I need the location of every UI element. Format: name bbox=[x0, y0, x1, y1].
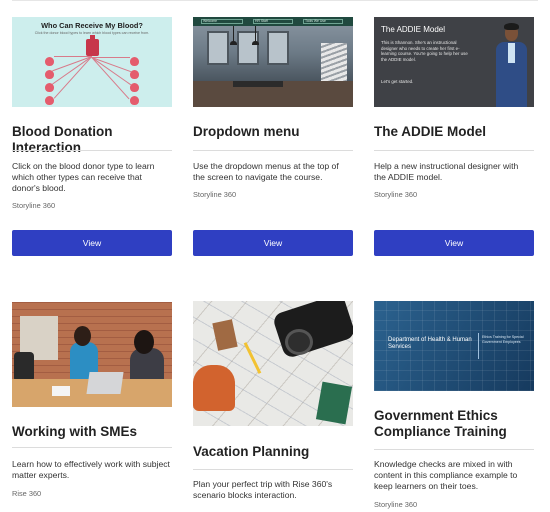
card-divider bbox=[374, 150, 534, 151]
character-hair bbox=[504, 23, 519, 30]
camera-lens-icon bbox=[285, 329, 313, 355]
view-button[interactable]: View bbox=[12, 230, 172, 256]
card-divider bbox=[193, 150, 353, 151]
card-product-label: Storyline 360 bbox=[12, 201, 56, 210]
card-description: Click on the blood donor type to learn w… bbox=[12, 161, 155, 193]
thumbnail-heading: The ADDIE Model bbox=[381, 25, 446, 34]
window-shape bbox=[207, 31, 229, 65]
thumbnail-separator bbox=[478, 333, 479, 359]
heart-icon bbox=[45, 70, 54, 79]
card-divider bbox=[193, 469, 353, 470]
card-product-label: Storyline 360 bbox=[374, 500, 418, 509]
thumbnail-cta: Let's get started. bbox=[381, 79, 414, 84]
course-card-blood-donation[interactable]: Who Can Receive My Blood? Click the dono… bbox=[12, 17, 172, 256]
course-card-vacation-planning[interactable]: Vacation Planning Plan your perfect trip… bbox=[193, 301, 353, 500]
blood-donation-thumbnail[interactable]: Who Can Receive My Blood? Click the dono… bbox=[12, 17, 172, 107]
thumbnail-department: Department of Health & Human Services bbox=[388, 337, 472, 351]
backpack-icon bbox=[193, 365, 235, 411]
card-product-label: Storyline 360 bbox=[374, 190, 418, 199]
addie-model-thumbnail[interactable]: The ADDIE Model This is Shannon. She's a… bbox=[374, 17, 534, 107]
view-button[interactable]: View bbox=[193, 230, 353, 256]
thumbnail-body: This is Shannon. She's an instructional … bbox=[381, 40, 468, 62]
card-title[interactable]: The ADDIE Model bbox=[374, 124, 544, 140]
card-title[interactable]: Dropdown menu bbox=[193, 124, 363, 140]
vacation-planning-thumbnail[interactable] bbox=[193, 301, 353, 426]
thumbnail-dropdown: Tools We Use bbox=[303, 19, 343, 24]
course-card-government-ethics[interactable]: Department of Health & Human Services Et… bbox=[374, 301, 534, 509]
paper-shape bbox=[52, 386, 70, 396]
working-with-smes-thumbnail[interactable] bbox=[12, 302, 172, 407]
person-head bbox=[74, 326, 91, 346]
card-divider bbox=[12, 150, 172, 151]
lamp-icon bbox=[230, 26, 237, 45]
person-head bbox=[134, 330, 154, 354]
card-title[interactable]: Vacation Planning bbox=[193, 444, 363, 460]
card-description: Plan your perfect trip with Rise 360's s… bbox=[193, 479, 333, 500]
card-divider bbox=[374, 449, 534, 450]
view-button[interactable]: View bbox=[374, 230, 534, 256]
card-description: Help a new instructional designer with t… bbox=[374, 161, 519, 182]
blood-bag-icon bbox=[86, 35, 99, 56]
connector-line bbox=[92, 57, 130, 58]
card-product-label: Storyline 360 bbox=[193, 190, 237, 199]
heart-icon bbox=[130, 96, 139, 105]
thumbnail-heading: Who Can Receive My Blood? bbox=[41, 21, 143, 30]
character-shirt bbox=[508, 43, 515, 63]
card-title[interactable]: Blood Donation Interaction bbox=[12, 124, 182, 156]
card-product-label: Rise 360 bbox=[12, 489, 42, 498]
chair-shape bbox=[14, 352, 34, 382]
card-title[interactable]: Government Ethics Compliance Training bbox=[374, 408, 544, 440]
course-card-dropdown-menu[interactable]: Welcome HR Staff Tools We Use Dropdown m… bbox=[193, 17, 353, 256]
window-shape bbox=[267, 31, 289, 65]
government-ethics-thumbnail[interactable]: Department of Health & Human Services Et… bbox=[374, 301, 534, 391]
thumbnail-training-label: Ethics Training for Special Government E… bbox=[482, 335, 524, 344]
table-shape bbox=[233, 81, 283, 87]
card-title[interactable]: Working with SMEs bbox=[12, 424, 182, 440]
card-description: Use the dropdown menus at the top of the… bbox=[193, 161, 339, 182]
heart-icon bbox=[130, 57, 139, 66]
thumbnail-dropdown: HR Staff bbox=[253, 19, 293, 24]
lamp-icon bbox=[252, 26, 259, 45]
card-description: Knowledge checks are mixed in with conte… bbox=[374, 459, 518, 491]
card-description: Learn how to effectively work with subje… bbox=[12, 459, 170, 480]
laptop-icon bbox=[86, 372, 124, 394]
heart-icon bbox=[45, 57, 54, 66]
top-divider bbox=[12, 0, 538, 1]
course-card-addie-model[interactable]: The ADDIE Model This is Shannon. She's a… bbox=[374, 17, 534, 256]
thumbnail-dropdown: Welcome bbox=[201, 19, 243, 24]
course-card-working-with-smes[interactable]: Working with SMEs Learn how to effective… bbox=[12, 302, 172, 498]
dropdown-menu-thumbnail[interactable]: Welcome HR Staff Tools We Use bbox=[193, 17, 353, 107]
card-divider bbox=[12, 447, 172, 448]
